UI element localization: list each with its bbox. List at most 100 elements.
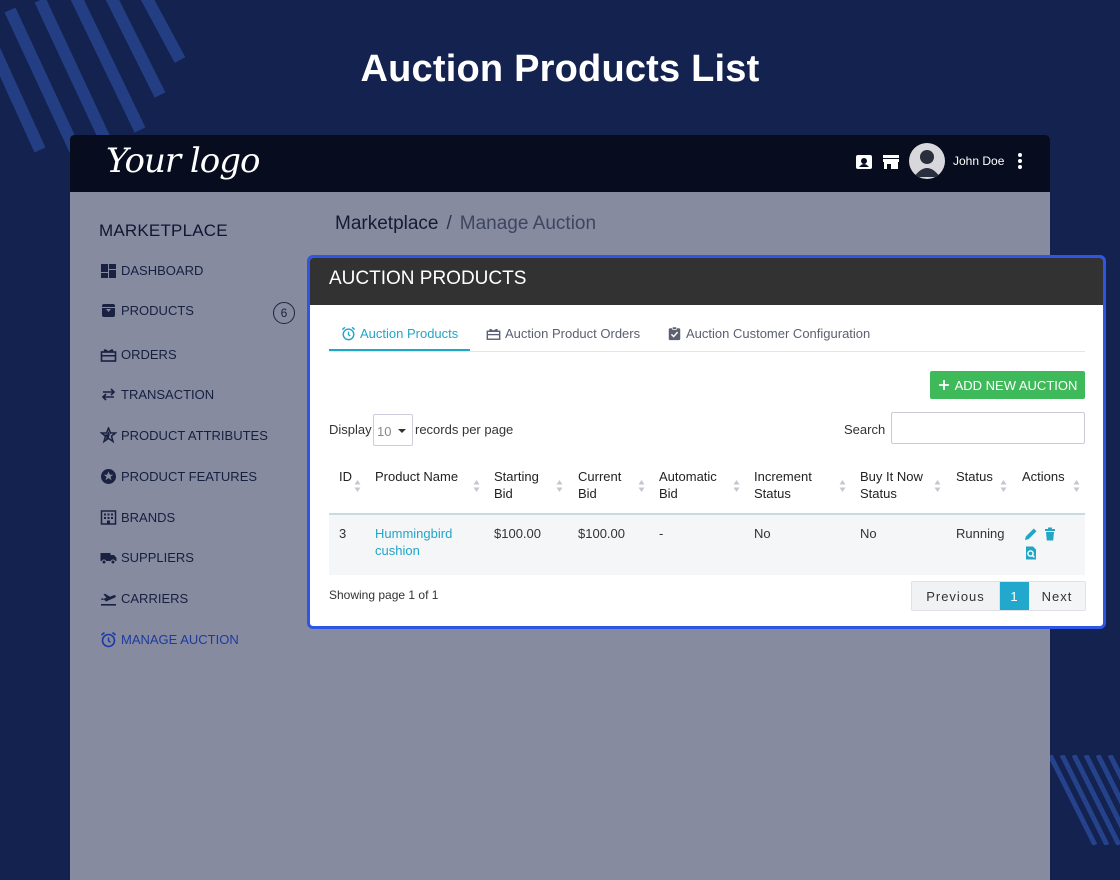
swap-arrows-icon [101, 387, 116, 401]
cell-current-bid: $100.00 [578, 526, 625, 541]
contact-card-icon[interactable] [855, 153, 873, 171]
tab-auction-customer-configuration[interactable]: Auction Customer Configuration [667, 326, 870, 341]
page-length-select[interactable]: 10 [373, 414, 413, 446]
avatar[interactable] [909, 143, 945, 179]
decorative-stripes [1050, 755, 1120, 845]
sidebar-item-product-attributes[interactable]: PRODUCT ATTRIBUTES [100, 425, 268, 445]
search-input[interactable] [891, 412, 1085, 444]
sidebar-item-transaction[interactable]: TRANSACTION [100, 384, 214, 404]
edit-pencil-icon[interactable] [1024, 527, 1038, 541]
tab-auction-products[interactable]: Auction Products [341, 326, 458, 341]
add-new-auction-label: ADD NEW AUCTION [954, 377, 1078, 393]
topbar: Your logo John Doe [70, 135, 1050, 192]
alarm-clock-icon [100, 631, 117, 647]
delete-trash-icon[interactable] [1043, 527, 1057, 541]
breadcrumb-current: Manage Auction [459, 213, 597, 234]
sidebar-item-dashboard[interactable]: DASHBOARD [100, 260, 203, 280]
sort-icon[interactable] [839, 480, 846, 492]
view-details-icon[interactable] [1024, 546, 1038, 560]
cell-product-name-link[interactable]: Hummingbird cushion [375, 525, 465, 559]
add-new-auction-button[interactable]: ADD NEW AUCTION [930, 371, 1085, 399]
display-label: Display [329, 422, 372, 437]
column-header-status[interactable]: Status [956, 468, 993, 485]
sort-icon[interactable] [733, 480, 740, 492]
clipboard-check-icon [668, 326, 681, 341]
table-header: ID Product Name Starting Bid Current Bid… [329, 458, 1085, 515]
gift-box-icon [100, 348, 117, 362]
cell-status: Running [956, 526, 1005, 541]
sort-icon[interactable] [934, 480, 941, 492]
cell-id: 3 [339, 526, 347, 541]
cell-automatic-bid: - [659, 526, 664, 541]
tab-label: Auction Products [360, 326, 459, 341]
sort-icon[interactable] [1073, 480, 1080, 492]
tab-label: Auction Customer Configuration [686, 326, 871, 341]
sidebar-item-carriers[interactable]: CARRIERS [100, 588, 188, 608]
sidebar-item-label: PRODUCT FEATURES [121, 468, 258, 484]
sidebar-item-label: SUPPLIERS [121, 549, 194, 565]
panel-header: AUCTION PRODUCTS [310, 258, 1103, 305]
plus-icon [938, 380, 949, 390]
sidebar-item-suppliers[interactable]: SUPPLIERS [100, 547, 194, 567]
more-menu-icon[interactable] [1016, 152, 1024, 172]
column-header-current-bid[interactable]: Current Bid [578, 468, 633, 502]
cell-buy-it-now-status: No [860, 526, 877, 541]
sidebar-item-orders[interactable]: ORDERS [100, 344, 177, 364]
star-edit-icon [100, 426, 117, 443]
column-header-id[interactable]: ID [339, 468, 352, 485]
search-label: Search [844, 422, 886, 437]
records-per-page-label: records per page [415, 422, 514, 437]
column-header-automatic-bid[interactable]: Automatic Bid [659, 468, 729, 502]
column-header-increment-status[interactable]: Increment Status [754, 468, 824, 502]
sidebar: MARKETPLACE DASHBOARD PRODUCTS 6 ORDERS … [70, 192, 310, 678]
star-circle-icon [101, 468, 116, 484]
tab-bar: Auction Products Auction Product Orders … [329, 320, 1085, 352]
auction-products-panel: AUCTION PRODUCTS Auction Products Auctio… [307, 255, 1106, 629]
sidebar-item-label: ORDERS [121, 346, 177, 362]
column-header-buy-it-now-status[interactable]: Buy It Now Status [860, 468, 930, 502]
dashboard-icon [101, 263, 116, 278]
logo[interactable]: Your logo [106, 141, 260, 181]
sort-icon[interactable] [473, 480, 480, 492]
cell-starting-bid: $100.00 [494, 526, 541, 541]
archive-box-icon [102, 303, 115, 317]
sort-icon[interactable] [556, 480, 563, 492]
sidebar-item-label: CARRIERS [121, 590, 189, 606]
sort-icon[interactable] [638, 480, 645, 492]
table-row: 3 Hummingbird cushion $100.00 $100.00 - … [329, 515, 1085, 575]
page-length-value: 10 [377, 424, 392, 439]
breadcrumb-root[interactable]: Marketplace [335, 213, 439, 234]
cell-increment-status: No [754, 526, 771, 541]
sidebar-item-label: TRANSACTION [121, 386, 215, 402]
sidebar-item-label: BRANDS [121, 509, 176, 525]
username[interactable]: John Doe [953, 154, 1004, 168]
sidebar-item-brands[interactable]: BRANDS [100, 507, 175, 527]
store-icon[interactable] [882, 153, 900, 171]
page-1-button[interactable]: 1 [1000, 582, 1029, 610]
tab-label: Auction Product Orders [505, 326, 641, 341]
sidebar-item-manage-auction[interactable]: MANAGE AUCTION [100, 629, 239, 649]
sidebar-item-label: PRODUCTS [121, 302, 194, 318]
plane-departure-icon [101, 593, 116, 606]
page-heading: Auction Products List [360, 48, 760, 90]
auction-products-table: ID Product Name Starting Bid Current Bid… [329, 458, 1085, 575]
previous-page-button[interactable]: Previous [912, 582, 1000, 610]
products-count-badge: 6 [273, 302, 295, 324]
building-icon [100, 509, 117, 525]
active-tab-indicator [329, 349, 470, 351]
breadcrumb-separator: / [446, 213, 452, 234]
sidebar-item-products[interactable]: PRODUCTS [100, 300, 194, 320]
column-header-product-name[interactable]: Product Name [375, 468, 465, 485]
sidebar-item-label: MANAGE AUCTION [121, 631, 239, 647]
sort-icon[interactable] [354, 480, 361, 492]
alarm-clock-icon [341, 326, 356, 341]
column-header-actions[interactable]: Actions [1022, 468, 1065, 485]
tab-auction-product-orders[interactable]: Auction Product Orders [486, 326, 640, 341]
next-page-button[interactable]: Next [1029, 582, 1085, 610]
sidebar-item-product-features[interactable]: PRODUCT FEATURES [100, 466, 257, 486]
sidebar-title: MARKETPLACE [99, 221, 228, 240]
sidebar-item-label: DASHBOARD [121, 262, 204, 278]
truck-icon [100, 552, 117, 564]
sort-icon[interactable] [1000, 480, 1007, 492]
column-header-starting-bid[interactable]: Starting Bid [494, 468, 549, 502]
